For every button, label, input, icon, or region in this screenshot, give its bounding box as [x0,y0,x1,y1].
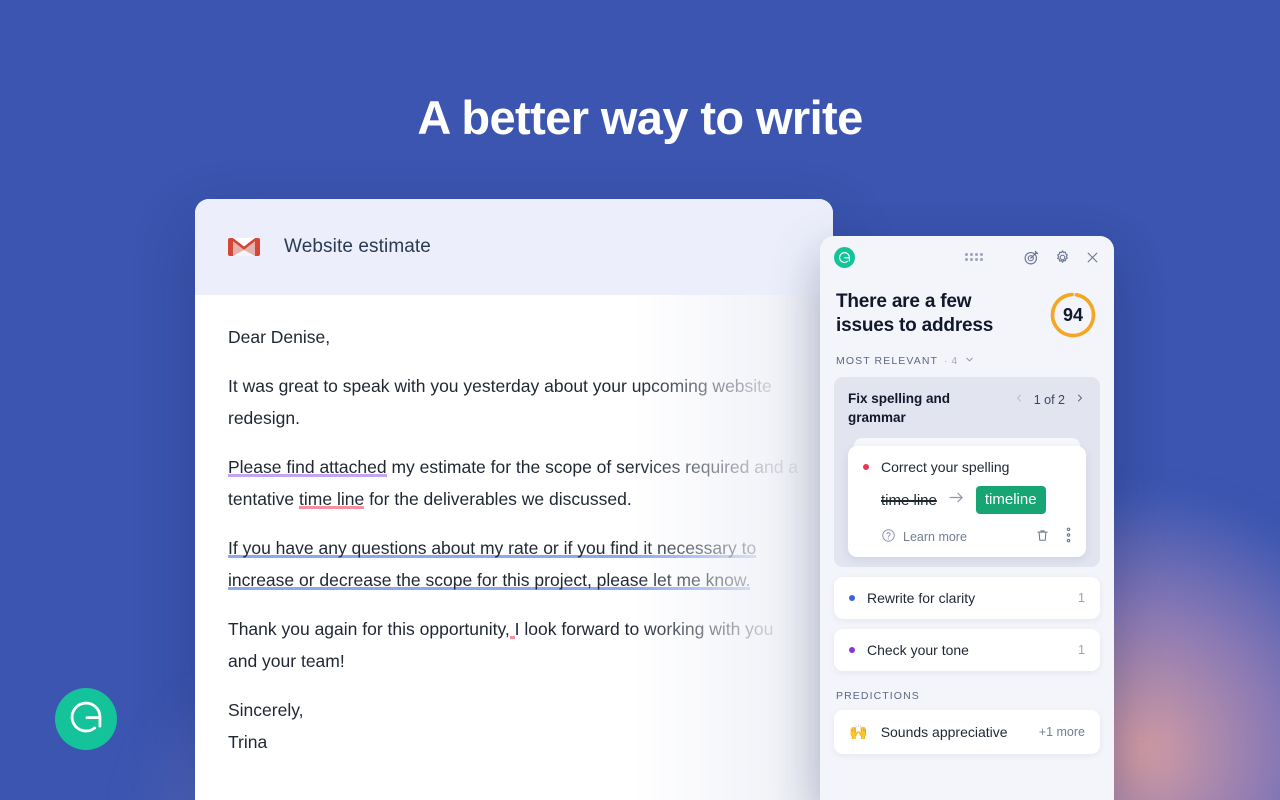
panel-header-actions [1023,249,1100,266]
suggestion-actions [1035,527,1071,546]
learn-more-link[interactable]: Learn more [903,530,967,544]
prediction-label: Sounds appreciative [880,724,1008,740]
chevron-down-icon[interactable] [964,354,975,368]
category-label: Check your tone [867,642,969,658]
email-paragraph-4: Thank you again for this opportunity, I … [228,613,800,677]
suggestion-headline-row: Correct your spelling [863,459,1071,475]
most-relevant-count: · 4 [944,355,958,367]
overall-score-ring[interactable]: 94 [1048,290,1098,340]
category-label: Rewrite for clarity [867,590,976,606]
grammarly-g-icon [67,698,105,741]
email-paragraph-2: Please find attached my estimate for the… [228,451,800,515]
overall-score-value: 94 [1062,304,1084,325]
category-count: 1 [1078,643,1085,657]
suggestion-category-check-your-tone[interactable]: Check your tone 1 [834,629,1100,671]
chevron-left-icon[interactable] [1013,391,1025,409]
email-compose-card: Website estimate Dear Denise, It was gre… [195,199,833,800]
category-dot-icon [863,464,869,470]
email-paragraph-1: It was great to speak with you yesterday… [228,376,772,428]
email-signature: Trina [228,732,268,752]
category-dot-icon [849,595,855,601]
original-text: time line [881,491,937,509]
category-count: 1 [1078,591,1085,605]
suggestion-group-title: Fix spelling and grammar [848,391,951,425]
suggestion-highlight-red-timeline[interactable]: time line [299,489,364,509]
prediction-more-link[interactable]: +1 more [1039,725,1085,739]
arrow-right-icon [948,491,965,509]
email-p4-text-a: Thank you again for this opportunity, [228,619,510,639]
email-p2-text-b: for the deliverables we discussed. [364,489,632,509]
suggestion-headline: Correct your spelling [881,459,1010,475]
suggestion-group-card: Fix spelling and grammar 1 of 2 Correct … [834,377,1100,567]
trash-icon[interactable] [1035,528,1050,546]
suggestion-replacement-row: time line timeline [863,486,1071,514]
email-body[interactable]: Dear Denise, It was great to speak with … [195,295,833,758]
most-relevant-label: MOST RELEVANT [836,355,939,367]
target-goals-icon[interactable] [1023,249,1040,266]
grammarly-assistant-panel: There are a few issues to address 94 MOS… [820,236,1114,800]
page-headline: A better way to write [417,91,863,144]
active-suggestion-card[interactable]: Correct your spelling time line timeline [848,446,1086,557]
suggestion-footer-row: Learn more [863,527,1071,546]
suggestion-pagination: 1 of 2 [1013,389,1086,409]
predictions-section-label: PREDICTIONS [836,690,920,702]
email-closing: Sincerely, [228,700,304,720]
grammarly-g-icon [834,246,855,268]
gmail-icon [228,235,260,259]
gear-icon[interactable] [1054,249,1071,266]
pagination-label: 1 of 2 [1033,393,1065,407]
chevron-right-icon[interactable] [1074,391,1086,409]
close-icon[interactable] [1085,250,1100,265]
panel-title: There are a few issues to address [836,291,994,336]
grammarly-brand-badge [55,688,117,750]
email-subject: Website estimate [284,236,431,257]
question-circle-icon[interactable] [881,528,896,546]
suggestion-group-header: Fix spelling and grammar 1 of 2 [848,389,1086,427]
drag-dots-icon[interactable] [965,253,983,261]
email-greeting: Dear Denise, [228,327,331,347]
prediction-card[interactable]: 🙌 Sounds appreciative +1 more [834,710,1100,754]
suggestion-highlight-purple[interactable]: Please find attached [228,457,387,477]
panel-header [820,236,1114,278]
apply-replacement-button[interactable]: timeline [975,486,1046,514]
category-dot-icon [849,647,855,653]
page-root: A better way to write Website estimate D… [0,0,1280,800]
suggestion-highlight-blue-clarity[interactable]: If you have any questions about my rate … [228,538,756,590]
email-card-header: Website estimate [195,199,833,295]
raising-hands-emoji: 🙌 [849,724,868,741]
suggestion-category-rewrite-for-clarity[interactable]: Rewrite for clarity 1 [834,577,1100,619]
email-paragraph-3: If you have any questions about my rate … [228,532,800,596]
panel-summary: There are a few issues to address 94 [820,278,1114,340]
more-vertical-icon[interactable] [1066,527,1071,546]
suggestions-list[interactable]: Fix spelling and grammar 1 of 2 Correct … [820,377,1114,800]
most-relevant-section-header[interactable]: MOST RELEVANT · 4 [820,340,1114,377]
